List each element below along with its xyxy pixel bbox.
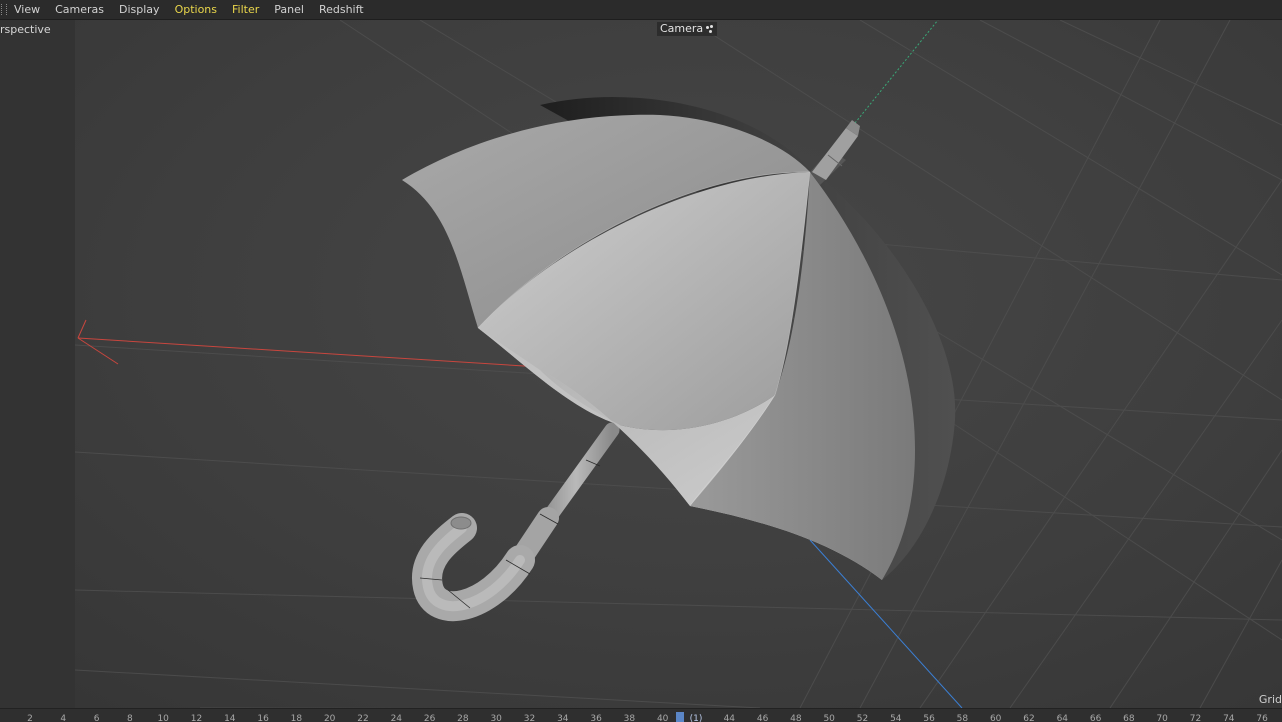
menu-redshift[interactable]: Redshift [319, 3, 364, 16]
camera-label-text: Camera [660, 22, 704, 35]
x-axis-arrowhead-bottom [77, 337, 119, 365]
x-axis-arrowhead-top [77, 319, 87, 339]
umbrella-tip [812, 120, 860, 180]
menu-bar: View Cameras Display Options Filter Pane… [0, 0, 1282, 20]
umbrella-handle [412, 422, 620, 622]
camera-icon [706, 25, 714, 33]
menu-options[interactable]: Options [175, 3, 217, 16]
y-axis-line [854, 20, 939, 124]
menu-view[interactable]: View [14, 3, 40, 16]
menu-filter[interactable]: Filter [232, 3, 259, 16]
menu-grip-handle[interactable] [1, 4, 7, 15]
active-camera-indicator[interactable]: Camera [657, 22, 718, 36]
3d-viewport[interactable]: rspective Camera Grid [0, 20, 1282, 708]
menu-cameras[interactable]: Cameras [55, 3, 104, 16]
viewport-scene [74, 20, 1282, 708]
x-axis-line [77, 337, 541, 368]
grid-info-label: Grid [1258, 693, 1282, 706]
umbrella-canopy [402, 96, 956, 581]
menu-display[interactable]: Display [119, 3, 160, 16]
menu-panel[interactable]: Panel [274, 3, 304, 16]
timeline-ruler[interactable]: 2 4 6 8 10 12 14 16 18 20 22 24 26 28 30 32 34 36 38 40 (1) 4… [0, 708, 1282, 722]
view-name-label[interactable]: rspective [0, 23, 51, 36]
